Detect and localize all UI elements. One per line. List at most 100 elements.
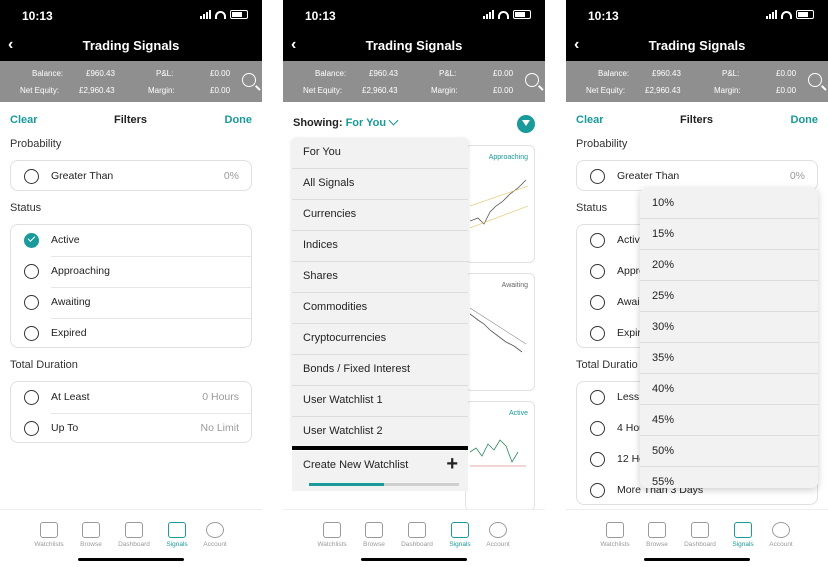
duration-row-up-to[interactable]: Up To No Limit [11, 413, 251, 444]
tab-account[interactable]: Account [478, 522, 518, 548]
duration-title: Total Duration [10, 359, 78, 371]
done-button[interactable]: Done [225, 114, 253, 126]
picker-option[interactable]: 40% [640, 374, 818, 405]
radio-button[interactable] [590, 390, 605, 405]
menu-item-indices[interactable]: Indices [292, 231, 468, 262]
duration-label: Less [617, 391, 640, 403]
picker-option[interactable]: 45% [640, 405, 818, 436]
filter-icon[interactable] [517, 115, 535, 133]
account-icon [206, 522, 224, 538]
wifi-icon [498, 10, 509, 19]
signal-card[interactable]: Approaching [465, 145, 535, 263]
showing-value[interactable]: For You [346, 117, 387, 129]
picker-option[interactable]: 50% [640, 436, 818, 467]
menu-item-watchlist-2[interactable]: User Watchlist 2 [292, 417, 468, 450]
tab-dashboard[interactable]: Dashboard [680, 522, 720, 548]
menu-item-all-signals[interactable]: All Signals [292, 169, 468, 200]
create-watchlist-row[interactable]: Create New Watchlist + [292, 451, 468, 491]
tab-signals[interactable]: Signals [723, 522, 763, 548]
menu-item-cryptocurrencies[interactable]: Cryptocurrencies [292, 324, 468, 355]
filters-title: Filters [680, 114, 714, 126]
duration-value[interactable]: No Limit [200, 422, 239, 434]
clear-button[interactable]: Clear [576, 114, 604, 126]
tab-watchlists[interactable]: Watchlists [595, 522, 635, 548]
menu-item-currencies[interactable]: Currencies [292, 200, 468, 231]
card-status: Awaiting [501, 282, 528, 289]
radio-button[interactable] [590, 326, 605, 341]
status-row-expired[interactable]: Expired [11, 318, 251, 349]
home-indicator [644, 558, 750, 561]
tab-browse[interactable]: Browse [354, 522, 394, 548]
tab-account[interactable]: Account [195, 522, 235, 548]
radio-button[interactable] [590, 169, 605, 184]
radio-button[interactable] [24, 421, 39, 436]
radio-button[interactable] [590, 264, 605, 279]
status-time: 10:13 [22, 9, 53, 23]
home-indicator [78, 558, 184, 561]
checked-radio-icon[interactable] [24, 233, 39, 248]
status-row-active[interactable]: Active [11, 225, 251, 256]
done-button[interactable]: Done [791, 114, 819, 126]
search-icon[interactable] [525, 73, 539, 87]
duration-row-at-least[interactable]: At Least 0 Hours [11, 382, 251, 413]
radio-button[interactable] [590, 483, 605, 498]
picker-option[interactable]: 10% [640, 188, 818, 219]
menu-item-watchlist-1[interactable]: User Watchlist 1 [292, 386, 468, 417]
balance-label: Balance: [598, 69, 630, 78]
account-summary: Balance: £960.43 P&L: £0.00 Net Equity: … [0, 61, 262, 102]
menu-item-for-you[interactable]: For You [292, 138, 468, 169]
picker-option[interactable]: 30% [640, 312, 818, 343]
radio-button[interactable] [24, 264, 39, 279]
status-label: Awai [617, 296, 640, 308]
radio-button[interactable] [590, 421, 605, 436]
picker-option[interactable]: 55% [640, 467, 818, 488]
duration-value[interactable]: 0 Hours [202, 391, 239, 403]
tab-signals[interactable]: Signals [440, 522, 480, 548]
signal-icon [766, 10, 777, 19]
browse-icon [365, 522, 383, 538]
tab-signals[interactable]: Signals [157, 522, 197, 548]
filters-title: Filters [114, 114, 148, 126]
tab-label: Account [486, 541, 510, 548]
picker-option[interactable]: 25% [640, 281, 818, 312]
radio-button[interactable] [590, 452, 605, 467]
probability-value[interactable]: 0% [224, 170, 239, 182]
radio-button[interactable] [24, 169, 39, 184]
tab-account[interactable]: Account [761, 522, 801, 548]
picker-option[interactable]: 20% [640, 250, 818, 281]
probability-row[interactable]: Greater Than 0% [11, 161, 251, 192]
showing-label: Showing: [293, 117, 343, 129]
signal-card[interactable]: Active [465, 401, 535, 511]
tab-dashboard[interactable]: Dashboard [397, 522, 437, 548]
showing-selector[interactable]: Showing: For You [293, 115, 399, 129]
duration-group: At Least 0 Hours Up To No Limit [10, 381, 252, 443]
tab-browse[interactable]: Browse [71, 522, 111, 548]
search-icon[interactable] [808, 73, 822, 87]
radio-button[interactable] [24, 326, 39, 341]
plus-icon[interactable]: + [446, 453, 458, 476]
card-status: Active [508, 410, 528, 417]
search-icon[interactable] [242, 73, 256, 87]
tab-browse[interactable]: Browse [637, 522, 677, 548]
picker-option[interactable]: 35% [640, 343, 818, 374]
status-row-awaiting[interactable]: Awaiting [11, 287, 251, 318]
radio-button[interactable] [24, 295, 39, 310]
tab-watchlists[interactable]: Watchlists [312, 522, 352, 548]
menu-item-commodities[interactable]: Commodities [292, 293, 468, 324]
showing-dropdown-menu: For You All Signals Currencies Indices S… [292, 138, 468, 450]
duration-title: Total Duratio [576, 359, 638, 371]
menu-item-bonds[interactable]: Bonds / Fixed Interest [292, 355, 468, 386]
radio-button[interactable] [24, 390, 39, 405]
picker-option[interactable]: 15% [640, 219, 818, 250]
radio-button[interactable] [590, 233, 605, 248]
clear-button[interactable]: Clear [10, 114, 38, 126]
menu-item-shares[interactable]: Shares [292, 262, 468, 293]
tab-dashboard[interactable]: Dashboard [114, 522, 154, 548]
radio-button[interactable] [590, 295, 605, 310]
signal-card[interactable]: Awaiting [465, 273, 535, 391]
probability-value[interactable]: 0% [790, 170, 805, 182]
tab-watchlists[interactable]: Watchlists [29, 522, 69, 548]
menu-item-label: For You [303, 146, 341, 158]
status-bar: 10:13 [566, 0, 828, 32]
status-row-approaching[interactable]: Approaching [11, 256, 251, 287]
